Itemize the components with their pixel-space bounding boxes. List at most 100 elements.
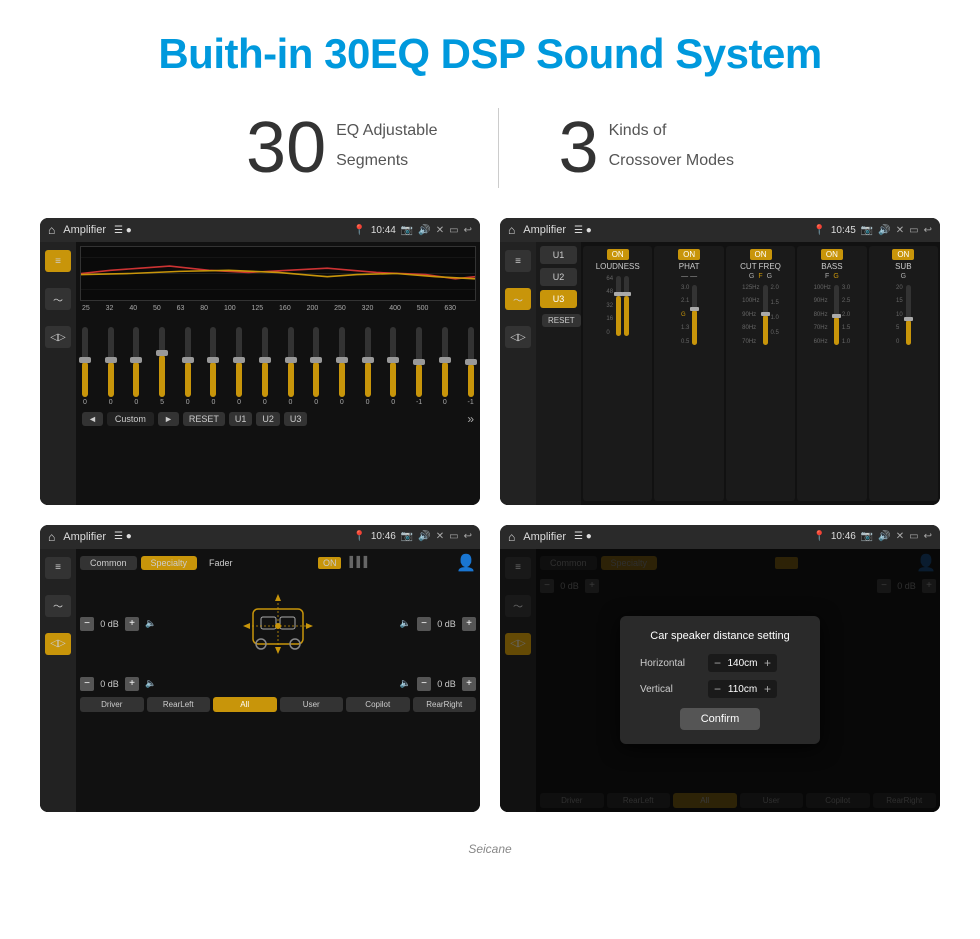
eq-number: 30: [246, 112, 326, 184]
band-on-sub[interactable]: ON: [892, 249, 914, 260]
band-on-bass[interactable]: ON: [821, 249, 843, 260]
band-slider-bass[interactable]: 100Hz90Hz80Hz70Hz60Hz 3.02.52.01.51.0: [799, 282, 864, 347]
vertical-plus[interactable]: +: [764, 682, 771, 696]
play-btn[interactable]: ►: [158, 412, 179, 426]
slider-4[interactable]: 5: [159, 327, 165, 406]
back-icon[interactable]: ↩: [464, 225, 472, 236]
slider-10[interactable]: 0: [313, 327, 319, 406]
slider-12[interactable]: 0: [365, 327, 371, 406]
reset-btn[interactable]: RESET: [183, 412, 225, 426]
crossover-reset-btn[interactable]: RESET: [542, 314, 581, 327]
camera-icon-3: 📷: [401, 531, 413, 542]
vol-minus-lr[interactable]: −: [80, 677, 94, 691]
slider-11[interactable]: 0: [339, 327, 345, 406]
vol-minus-lf[interactable]: −: [80, 617, 94, 631]
preset-u2[interactable]: U2: [540, 268, 577, 286]
vertical-minus[interactable]: −: [714, 682, 721, 696]
vol-plus-rr[interactable]: +: [462, 677, 476, 691]
driver-btn[interactable]: Driver: [80, 697, 144, 712]
menu-icon-2: ☰ ●: [574, 225, 592, 236]
tab-common[interactable]: Common: [80, 556, 137, 570]
volume-icon-4: 🔊: [878, 531, 890, 542]
x-icon-3: ✕: [436, 531, 444, 542]
slider-1[interactable]: 0: [82, 327, 88, 406]
slider-15[interactable]: 0: [442, 327, 448, 406]
slider-7[interactable]: 0: [236, 327, 242, 406]
home-icon-2[interactable]: ⌂: [508, 223, 515, 237]
tab-specialty[interactable]: Specialty: [141, 556, 198, 570]
home-icon[interactable]: ⌂: [48, 223, 55, 237]
vol-plus-rf[interactable]: +: [462, 617, 476, 631]
volume-icon-2: 🔊: [878, 225, 890, 236]
vol-controls: − 0 dB + 🔈: [80, 577, 476, 671]
eq-label: EQ Adjustable Segments: [336, 112, 437, 173]
eq-main: 25 32 40 50 63 80 100 125 160 200 250 32…: [76, 242, 480, 505]
band-on-loudness[interactable]: ON: [607, 249, 629, 260]
eq-icon-3[interactable]: ≡: [45, 557, 71, 579]
screen-crossover: ⌂ Amplifier ☰ ● 📍 10:45 📷 🔊 ✕ ▭ ↩ ≡ 〜 ◁▷…: [500, 218, 940, 505]
preset-u3[interactable]: U3: [540, 290, 577, 308]
slider-5[interactable]: 0: [185, 327, 191, 406]
vol-icon-3[interactable]: ◁▷: [45, 633, 71, 655]
vertical-value: 110cm: [725, 684, 760, 695]
all-btn[interactable]: All: [213, 697, 277, 712]
band-slider-cutfreq[interactable]: 125Hz100Hz90Hz80Hz70Hz 2.01.51.00.5: [728, 282, 793, 347]
slider-3[interactable]: 0: [133, 327, 139, 406]
u3-btn[interactable]: U3: [284, 412, 308, 426]
window-icon-4: ▭: [909, 531, 918, 542]
preset-col: U1 U2 U3 RESET: [536, 242, 581, 505]
vol-minus-rr[interactable]: −: [417, 677, 431, 691]
band-slider-loudness[interactable]: 644832160: [585, 273, 650, 338]
eq-icon[interactable]: ≡: [45, 250, 71, 272]
copilot-btn[interactable]: Copilot: [346, 697, 410, 712]
slider-2[interactable]: 0: [108, 327, 114, 406]
back-icon-4[interactable]: ↩: [924, 531, 932, 542]
preset-u1[interactable]: U1: [540, 246, 577, 264]
wave-icon-3[interactable]: 〜: [45, 595, 71, 617]
vol-minus-rf[interactable]: −: [417, 617, 431, 631]
top-icons-4: 📍 10:46 📷 🔊 ✕ ▭ ↩: [813, 531, 932, 542]
confirm-button[interactable]: Confirm: [680, 708, 760, 730]
horizontal-plus[interactable]: +: [764, 656, 771, 670]
prev-btn[interactable]: ◄: [82, 412, 103, 426]
slider-9[interactable]: 0: [288, 327, 294, 406]
menu-icon: ☰ ●: [114, 225, 132, 236]
pin-icon: 📍: [353, 225, 365, 236]
vertical-control[interactable]: − 110cm +: [708, 680, 777, 698]
vol-icon[interactable]: ◁▷: [45, 326, 71, 348]
slider-14[interactable]: -1: [416, 327, 422, 406]
vol-plus-lf[interactable]: +: [125, 617, 139, 631]
wave-icon-2[interactable]: 〜: [505, 288, 531, 310]
horizontal-control[interactable]: − 140cm +: [708, 654, 777, 672]
speaker-icon-lr: 🔈: [145, 678, 156, 689]
expand-icon[interactable]: »: [467, 412, 474, 426]
dialog-row-horizontal: Horizontal − 140cm +: [640, 654, 800, 672]
band-on-phat[interactable]: ON: [678, 249, 700, 260]
fader-on-badge[interactable]: ON: [318, 557, 342, 569]
vol-icon-2[interactable]: ◁▷: [505, 326, 531, 348]
u2-btn[interactable]: U2: [256, 412, 280, 426]
home-icon-4[interactable]: ⌂: [508, 530, 515, 544]
home-icon-3[interactable]: ⌂: [48, 530, 55, 544]
wave-icon[interactable]: 〜: [45, 288, 71, 310]
band-slider-sub[interactable]: 20151050: [871, 282, 936, 347]
slider-13[interactable]: 0: [390, 327, 396, 406]
page-title: Buith-in 30EQ DSP Sound System: [20, 30, 960, 78]
rearright-btn[interactable]: RearRight: [413, 697, 477, 712]
band-on-cutfreq[interactable]: ON: [750, 249, 772, 260]
u1-btn[interactable]: U1: [229, 412, 253, 426]
user-btn[interactable]: User: [280, 697, 344, 712]
slider-6[interactable]: 0: [210, 327, 216, 406]
horizontal-minus[interactable]: −: [714, 656, 721, 670]
x-icon: ✕: [436, 225, 444, 236]
slider-16[interactable]: -1: [468, 327, 474, 406]
eq-icon-2[interactable]: ≡: [505, 250, 531, 272]
rearleft-btn[interactable]: RearLeft: [147, 697, 211, 712]
slider-8[interactable]: 0: [262, 327, 268, 406]
back-icon-3[interactable]: ↩: [464, 531, 472, 542]
vol-plus-lr[interactable]: +: [125, 677, 139, 691]
pin-icon-3: 📍: [353, 531, 365, 542]
window-icon-3: ▭: [449, 531, 458, 542]
band-slider-phat[interactable]: 3.02.1G1.30.5: [656, 282, 721, 347]
back-icon-2[interactable]: ↩: [924, 225, 932, 236]
